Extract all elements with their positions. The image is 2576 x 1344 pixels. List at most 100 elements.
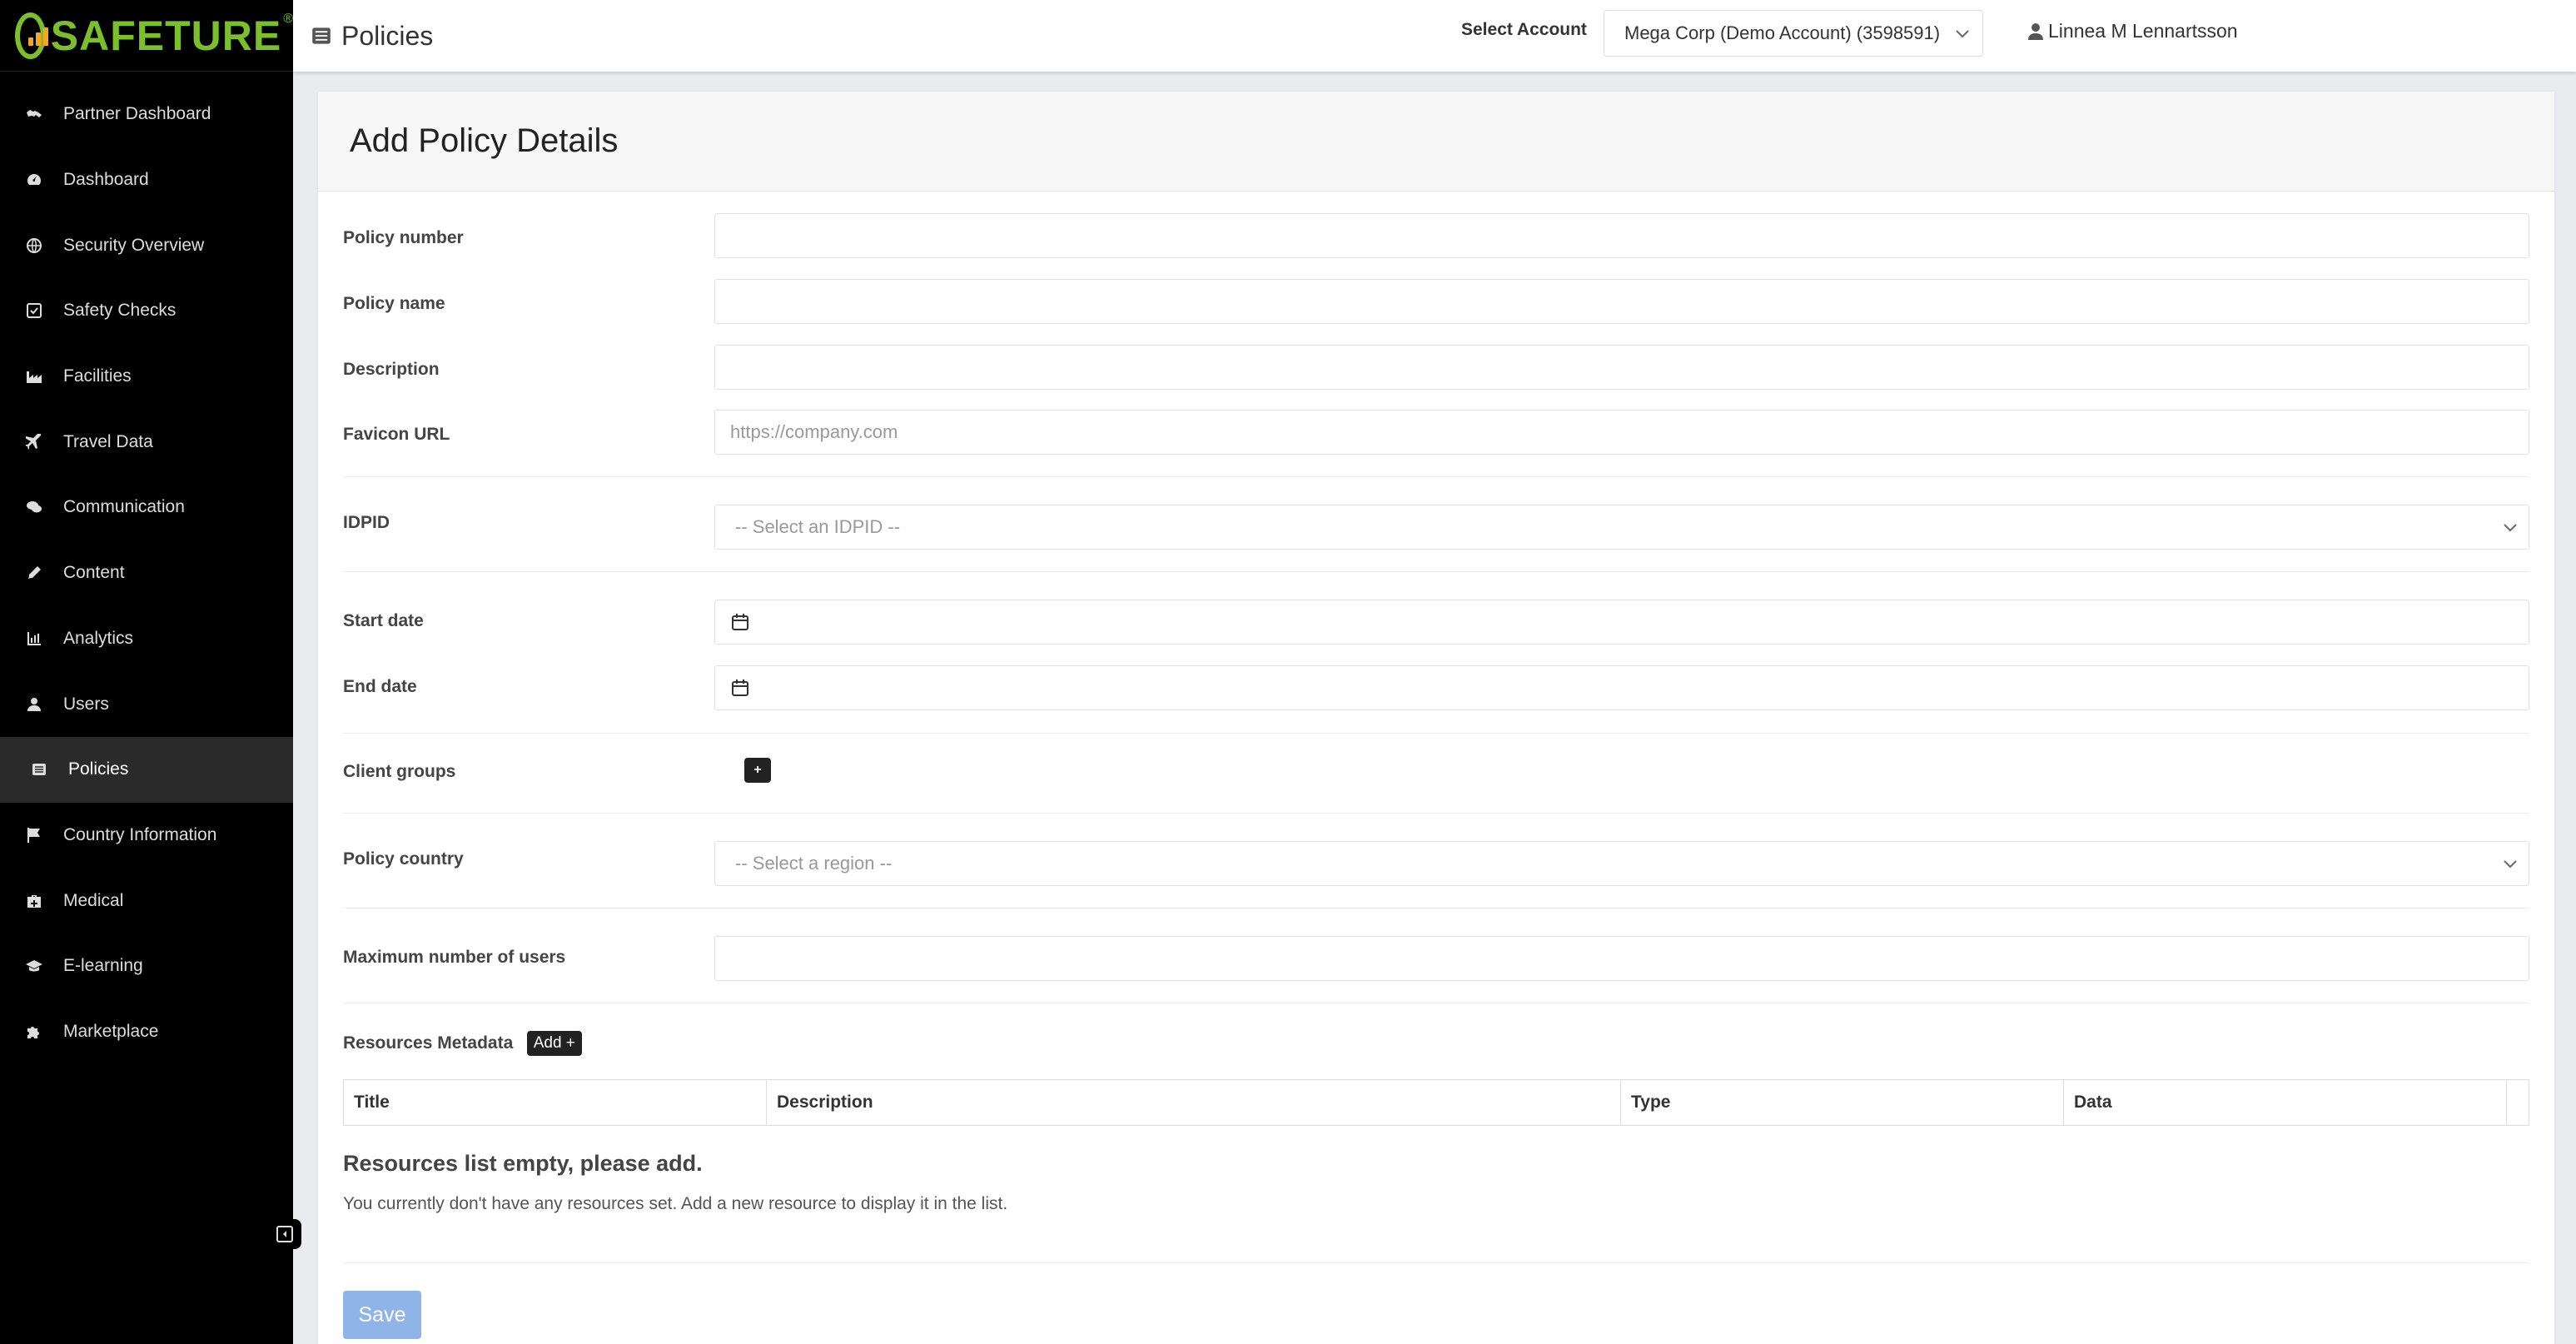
resources-metadata-row: Resources Metadata Add + [343, 1031, 2529, 1061]
sidebar-item-content[interactable]: Content [0, 540, 293, 606]
resources-table-header: Title Description Type Data [343, 1079, 2529, 1126]
globe-icon [25, 236, 43, 255]
sidebar-item-label: Dashboard [63, 170, 149, 190]
save-button[interactable]: Save [343, 1291, 421, 1339]
column-header-title[interactable]: Title [344, 1080, 767, 1125]
graduation-cap-icon [25, 957, 43, 975]
logo[interactable]: SAFETURE ® [0, 0, 293, 72]
user-name: Linnea M Lennartsson [2048, 20, 2238, 42]
favicon-url-input[interactable]: https://company.com [714, 410, 2529, 455]
policy-number-label: Policy number [343, 228, 464, 247]
description-input[interactable] [714, 345, 2529, 390]
sidebar-item-country-information[interactable]: Country Information [0, 803, 293, 869]
start-date-row: Start date [343, 600, 2529, 645]
sidebar-item-label: Travel Data [63, 431, 153, 451]
sidebar-item-e-learning[interactable]: E-learning [0, 933, 293, 999]
calendar-icon[interactable] [730, 678, 750, 698]
handshake-icon [25, 105, 43, 123]
chevron-down-icon [2504, 860, 2517, 869]
chevron-down-icon [2504, 524, 2517, 532]
favicon-url-placeholder: https://company.com [730, 421, 898, 442]
user-menu[interactable]: Linnea M Lennartsson [2028, 20, 2238, 42]
client-groups-row: Client groups + [343, 758, 2529, 791]
page-title-text: Policies [341, 20, 434, 51]
gauge-icon [25, 171, 43, 189]
policy-name-input[interactable] [714, 279, 2529, 324]
account-label: Select Account [1461, 20, 1587, 39]
logo-mark-icon [15, 12, 48, 59]
add-resource-button[interactable]: Add + [526, 1031, 582, 1056]
sidebar-item-travel-data[interactable]: Travel Data [0, 409, 293, 475]
policy-country-select[interactable]: -- Select a region -- [714, 841, 2529, 886]
sidebar-item-marketplace[interactable]: Marketplace [0, 999, 293, 1065]
sidebar-item-medical[interactable]: Medical [0, 868, 293, 933]
brand-name: SAFETURE [50, 12, 282, 59]
sidebar: SAFETURE ® Partner Dashboard Dashboard S… [0, 0, 301, 1344]
sidebar-nav: Partner Dashboard Dashboard Security Ove… [0, 72, 293, 1064]
idpid-select[interactable]: -- Select an IDPID -- [714, 505, 2529, 550]
sidebar-item-label: Facilities [63, 366, 132, 386]
sidebar-item-label: Security Overview [63, 235, 205, 255]
policy-country-row: Policy country -- Select a region -- [343, 841, 2529, 886]
sidebar-item-label: Country Information [63, 824, 217, 844]
sidebar-item-users[interactable]: Users [0, 671, 293, 737]
sidebar-item-label: Medical [63, 890, 124, 910]
end-date-input[interactable] [714, 665, 2529, 710]
sidebar-item-facilities[interactable]: Facilities [0, 344, 293, 410]
description-label: Description [343, 360, 440, 379]
sidebar-item-partner-dashboard[interactable]: Partner Dashboard [0, 82, 293, 147]
sidebar-item-safety-checks[interactable]: Safety Checks [0, 278, 293, 344]
account-select[interactable]: Mega Corp (Demo Account) (3598591) [1604, 10, 1983, 57]
calendar-icon[interactable] [730, 612, 750, 632]
pencil-icon [25, 564, 43, 582]
policy-number-input[interactable] [714, 213, 2529, 258]
user-icon [25, 695, 43, 714]
end-date-label: End date [343, 677, 417, 696]
divider [343, 571, 2529, 572]
collapse-left-icon [276, 1226, 293, 1242]
policy-number-row: Policy number [343, 213, 2529, 258]
sidebar-item-communication[interactable]: Communication [0, 475, 293, 540]
card-header: Add Policy Details [318, 92, 2554, 192]
sidebar-item-label: Users [63, 694, 109, 714]
account-select-value: Mega Corp (Demo Account) (3598591) [1624, 22, 1941, 43]
divider [343, 813, 2529, 814]
column-header-actions [2507, 1080, 2529, 1125]
empty-state-text: You currently don't have any resources s… [343, 1194, 1008, 1213]
column-header-data[interactable]: Data [2064, 1080, 2507, 1125]
client-groups-label: Client groups [343, 762, 456, 781]
sidebar-item-label: Safety Checks [63, 301, 177, 321]
sidebar-item-label: Partner Dashboard [63, 104, 211, 124]
sidebar-item-label: Analytics [63, 628, 134, 648]
idpid-placeholder: -- Select an IDPID -- [735, 516, 901, 537]
max-users-label: Maximum number of users [343, 948, 566, 967]
sidebar-item-security-overview[interactable]: Security Overview [0, 212, 293, 278]
collapse-sidebar-button[interactable] [268, 1219, 301, 1249]
chevron-down-icon [1956, 30, 1969, 38]
column-header-type[interactable]: Type [1621, 1080, 2064, 1125]
policy-country-placeholder: -- Select a region -- [735, 853, 893, 874]
end-date-row: End date [343, 665, 2529, 710]
chat-icon [25, 498, 43, 516]
start-date-input[interactable] [714, 600, 2529, 645]
sidebar-item-policies[interactable]: Policies [0, 736, 293, 803]
medkit-icon [25, 892, 43, 910]
start-date-label: Start date [343, 611, 424, 630]
max-users-row: Maximum number of users [343, 936, 2529, 981]
sidebar-item-dashboard[interactable]: Dashboard [0, 147, 293, 213]
page-title: Policies [311, 21, 433, 52]
max-users-input[interactable] [714, 936, 2529, 981]
sidebar-item-analytics[interactable]: Analytics [0, 606, 293, 672]
plane-icon [25, 433, 43, 451]
policy-country-label: Policy country [343, 849, 464, 869]
list-icon [30, 760, 48, 779]
list-icon [312, 27, 331, 44]
add-client-group-button[interactable]: + [744, 758, 771, 783]
policy-name-row: Policy name [343, 279, 2529, 324]
brand-registered-mark: ® [283, 12, 293, 26]
empty-state-title: Resources list empty, please add. [343, 1151, 703, 1176]
sidebar-item-label: E-learning [63, 956, 143, 976]
flag-icon [25, 826, 43, 844]
divider [343, 476, 2529, 477]
column-header-description[interactable]: Description [767, 1080, 1621, 1125]
